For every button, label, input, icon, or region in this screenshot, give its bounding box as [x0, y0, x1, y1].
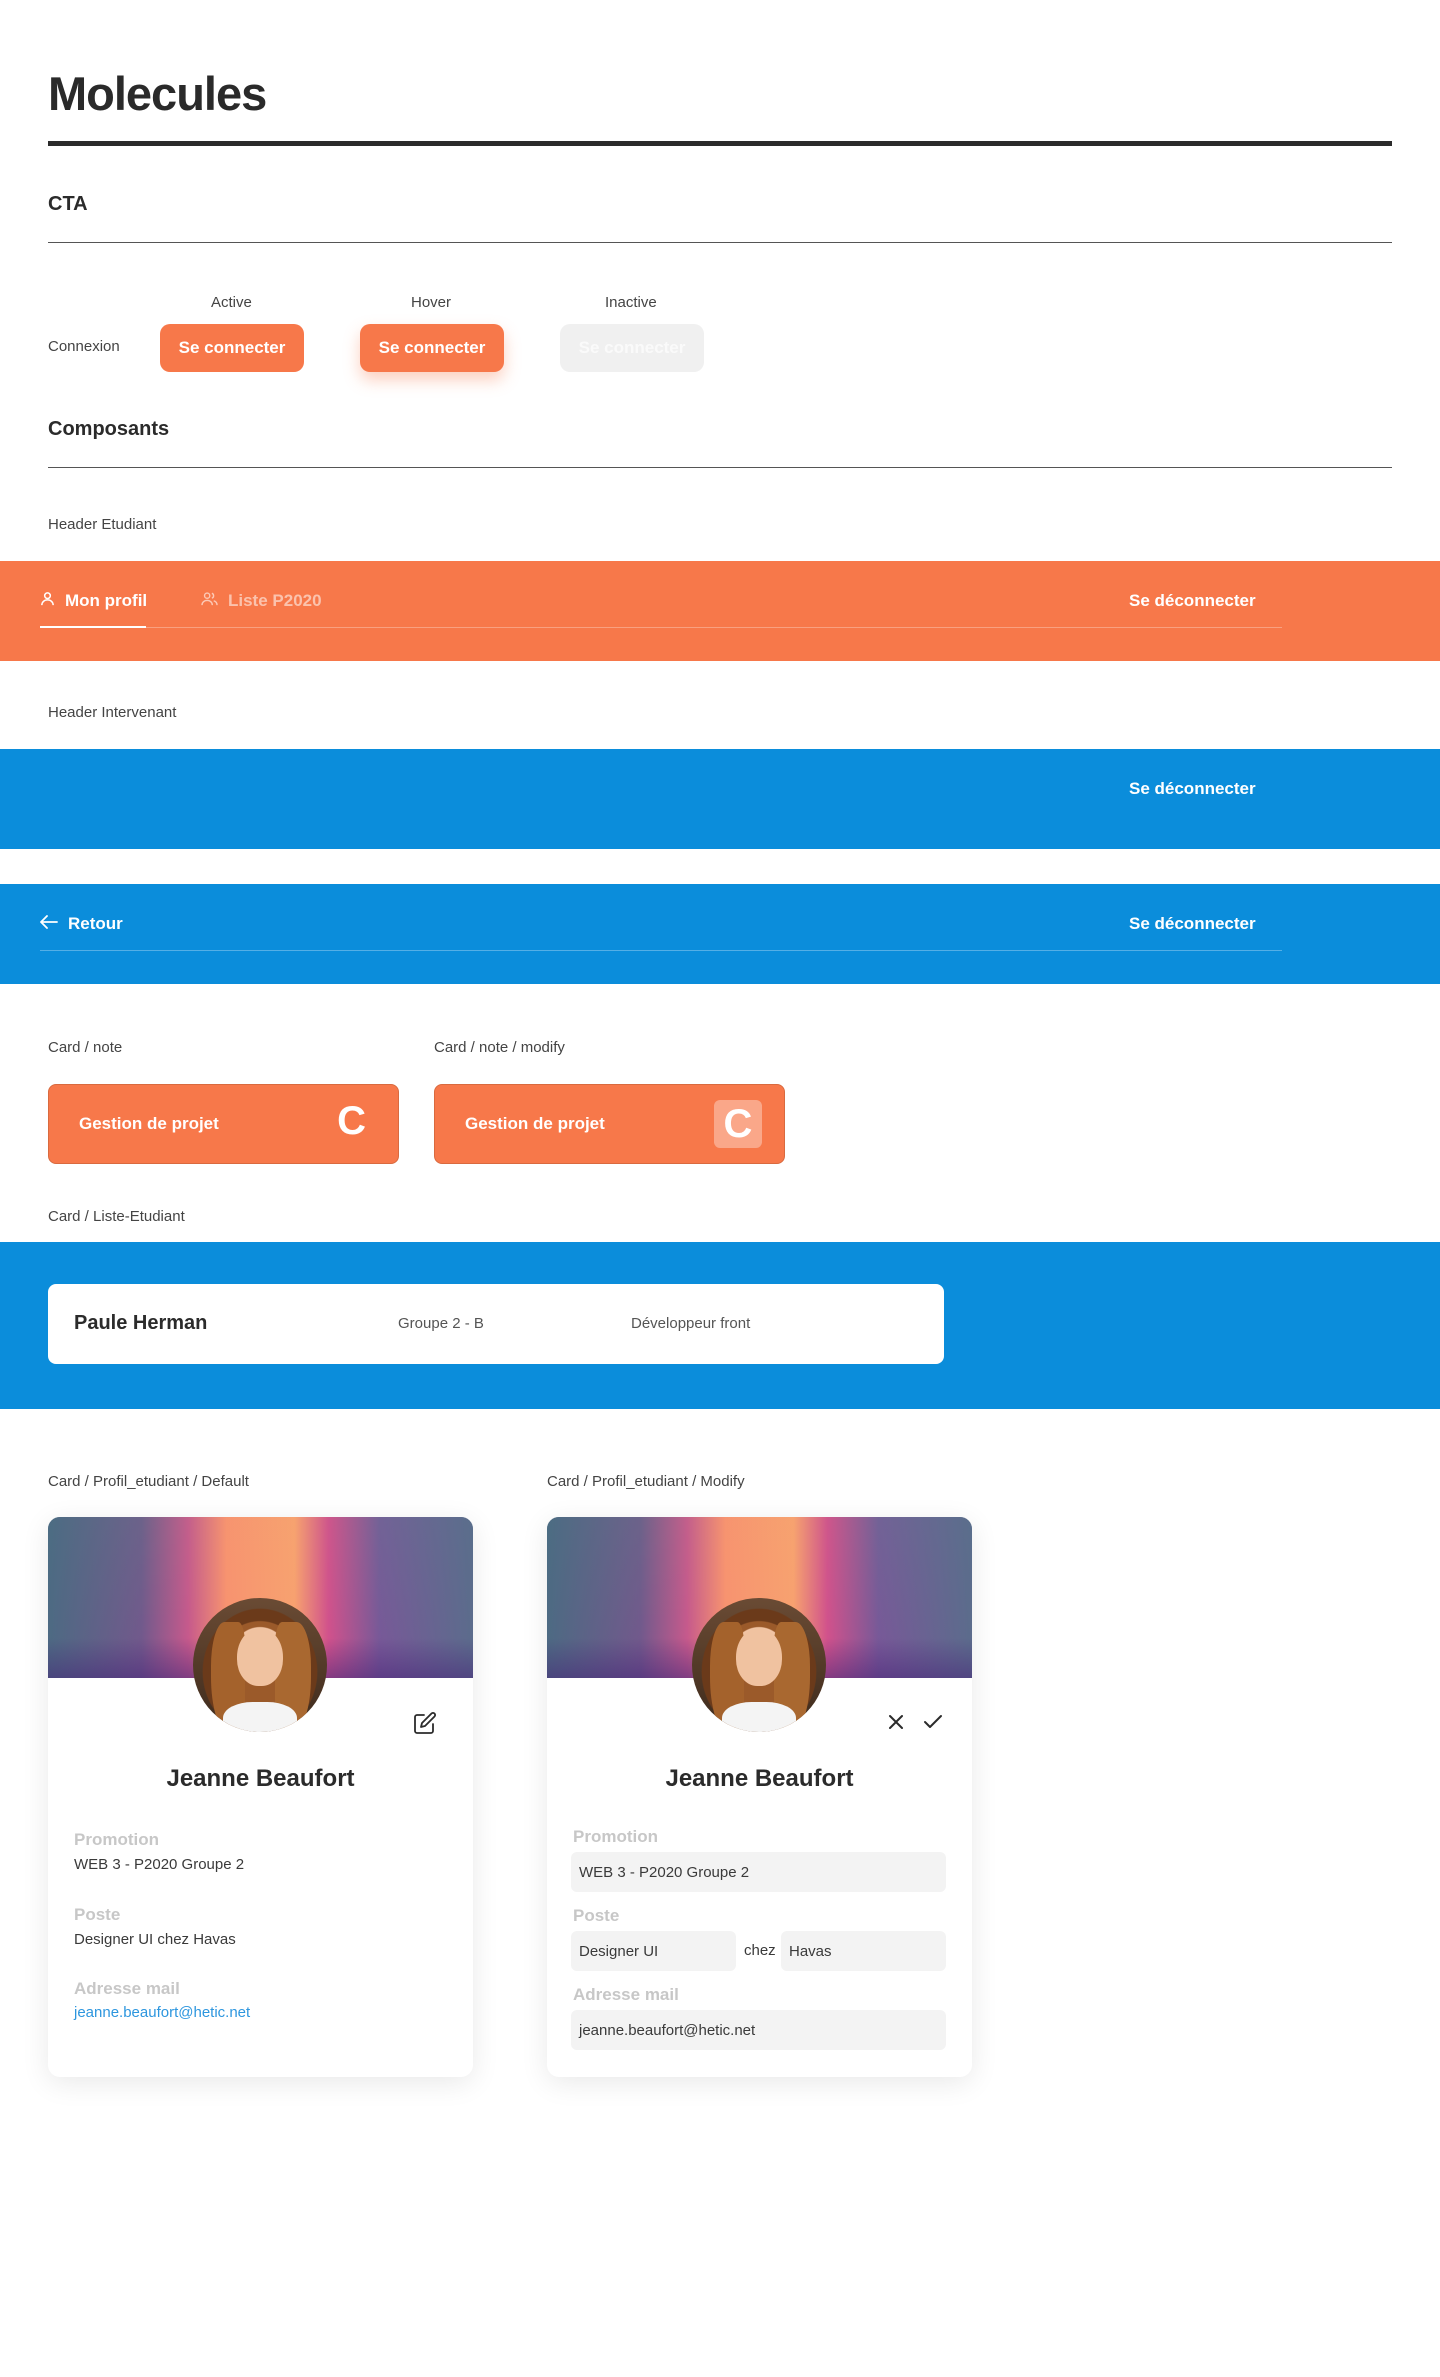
poste-value: Designer UI chez Havas — [74, 1931, 236, 1948]
arrow-left-icon — [40, 914, 58, 934]
student-name: Paule Herman — [74, 1312, 208, 1334]
avatar — [193, 1598, 327, 1732]
header-etudiant-label: Header Etudiant — [48, 516, 157, 533]
cta-row-label: Connexion — [48, 338, 120, 355]
poste-role-input[interactable]: Designer UI — [571, 1931, 736, 1971]
users-icon — [201, 591, 218, 611]
back-link[interactable]: Retour — [40, 914, 123, 934]
components-section-title: Composants — [48, 418, 170, 440]
header-intervenant: Se déconnecter — [0, 749, 1440, 849]
card-note-label: Card / note — [48, 1039, 123, 1056]
promotion-input[interactable]: WEB 3 - P2020 Groupe 2 — [571, 1852, 946, 1892]
connect-button-hover[interactable]: Se connecter — [360, 324, 504, 372]
header-etudiant: Mon profil Liste P2020 Se déconnecter — [0, 561, 1440, 661]
mail-link[interactable]: jeanne.beaufort@hetic.net — [74, 2004, 250, 2021]
poste-label: Poste — [573, 1906, 620, 1925]
user-icon — [40, 591, 55, 611]
avatar — [692, 1598, 826, 1732]
mail-input[interactable]: jeanne.beaufort@hetic.net — [571, 2010, 946, 2050]
poste-label: Poste — [74, 1905, 121, 1924]
edit-icon[interactable] — [411, 1709, 439, 1737]
student-role: Développeur front — [631, 1315, 751, 1332]
student-group: Groupe 2 - B — [398, 1315, 484, 1332]
logout-link[interactable]: Se déconnecter — [1129, 779, 1256, 799]
nav-mon-profil-label: Mon profil — [65, 591, 148, 610]
card-note-modify-label: Card / note / modify — [434, 1039, 565, 1056]
state-label-active: Active — [211, 294, 252, 311]
state-label-hover: Hover — [411, 294, 452, 311]
state-label-inactive: Inactive — [605, 294, 657, 311]
nav-liste-p2020[interactable]: Liste P2020 — [201, 591, 322, 611]
mail-label: Adresse mail — [74, 1979, 180, 1998]
note-card-modify[interactable]: Gestion de projet C — [434, 1084, 785, 1164]
profile-default-label: Card / Profil_etudiant / Default — [48, 1473, 249, 1490]
back-label: Retour — [68, 914, 123, 933]
poste-company-input[interactable]: Havas — [781, 1931, 946, 1971]
nav-liste-p2020-label: Liste P2020 — [228, 591, 322, 610]
card-liste-label: Card / Liste-Etudiant — [48, 1208, 185, 1225]
mail-label: Adresse mail — [573, 1985, 679, 2004]
profile-name: Jeanne Beaufort — [665, 1765, 854, 1792]
promotion-label: Promotion — [74, 1830, 159, 1849]
profile-modify-label: Card / Profil_etudiant / Modify — [547, 1473, 745, 1490]
profile-name: Jeanne Beaufort — [166, 1765, 355, 1792]
note-grade-input[interactable]: C — [714, 1100, 762, 1148]
header-intervenant-baseline — [40, 950, 1282, 951]
cta-section-title: CTA — [48, 193, 88, 215]
check-icon[interactable] — [919, 1708, 947, 1736]
components-divider — [48, 467, 1392, 468]
profile-card-default: Jeanne Beaufort Promotion WEB 3 - P2020 … — [48, 1517, 473, 2077]
logout-link[interactable]: Se déconnecter — [1129, 591, 1256, 611]
cta-divider — [48, 242, 1392, 243]
note-subject: Gestion de projet — [465, 1114, 605, 1133]
header-intervenant-back: Retour Se déconnecter — [0, 884, 1440, 984]
title-divider — [48, 141, 1392, 146]
note-subject: Gestion de projet — [79, 1114, 219, 1133]
header-intervenant-label: Header Intervenant — [48, 704, 177, 721]
page-title: Molecules — [48, 67, 267, 120]
promotion-value: WEB 3 - P2020 Groupe 2 — [74, 1856, 245, 1873]
header-etudiant-baseline — [40, 627, 1282, 628]
logout-link[interactable]: Se déconnecter — [1129, 914, 1256, 934]
connect-button-inactive: Se connecter — [560, 324, 704, 372]
note-grade: C — [337, 1099, 366, 1143]
student-list-card[interactable]: Paule Herman Groupe 2 - B Développeur fr… — [48, 1284, 944, 1364]
nav-mon-profil[interactable]: Mon profil — [40, 591, 147, 611]
connect-button-active[interactable]: Se connecter — [160, 324, 304, 372]
promotion-label: Promotion — [573, 1827, 658, 1846]
poste-separator: chez — [744, 1942, 776, 1959]
note-card[interactable]: Gestion de projet C — [48, 1084, 399, 1164]
profile-card-modify: Jeanne Beaufort Promotion WEB 3 - P2020 … — [547, 1517, 972, 2077]
close-icon[interactable] — [882, 1708, 910, 1736]
